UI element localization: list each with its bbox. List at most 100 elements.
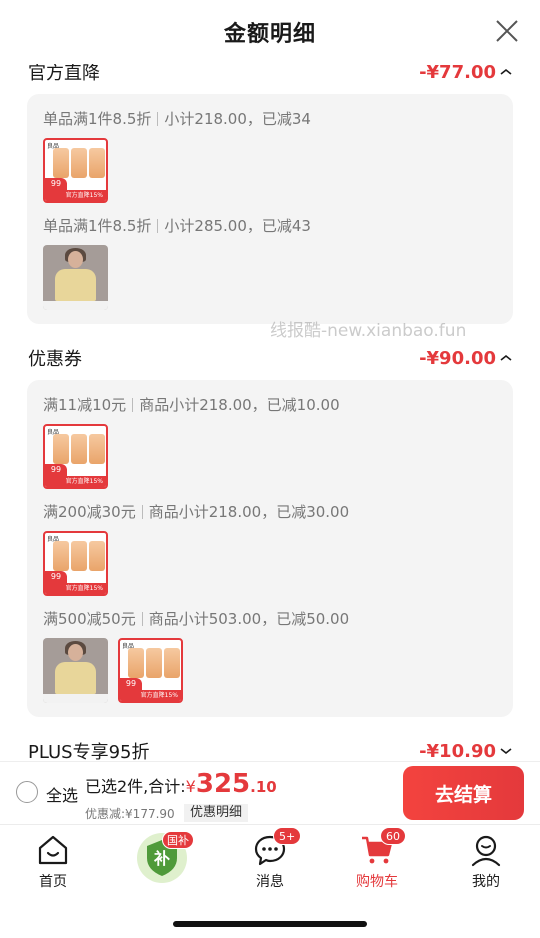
selected-count-text: 已选2件,合计: <box>85 777 186 796</box>
subsidy-char: 补 <box>153 849 170 868</box>
product-bag-image <box>53 541 69 571</box>
rule-divider <box>141 505 143 519</box>
chevron-down-icon <box>500 748 512 755</box>
amount-detail-sheet: 金额明细 官方直降 -¥77.00 单品满1件8.5折 小计218.00，已减34 良品… <box>0 0 540 762</box>
rule-name: 满200减30元 <box>43 503 136 521</box>
rule-divider <box>157 219 159 233</box>
tab-me[interactable]: 我的 <box>441 833 531 893</box>
discount-rule: 单品满1件8.5折 小计285.00，已减43 <box>43 213 497 239</box>
section-amount[interactable]: -¥90.00 <box>419 348 512 369</box>
checkout-button[interactable]: 去结算 <box>403 766 524 820</box>
tab-cart[interactable]: 60 购物车 <box>332 827 422 893</box>
rule-detail: 商品小计218.00，已减30.00 <box>148 503 350 521</box>
thumb-row: 良品 99 官方直降15% <box>43 638 497 703</box>
close-icon[interactable] <box>494 18 520 44</box>
discount-rule: 满11减10元 商品小计218.00，已减10.00 <box>43 392 497 418</box>
product-thumb[interactable] <box>43 638 108 703</box>
tab-me-label: 我的 <box>472 874 500 890</box>
thumb-strip <box>43 694 108 703</box>
section-title: 优惠券 <box>28 349 82 370</box>
product-thumb[interactable]: 良品 99 官方直降15% <box>43 138 108 203</box>
home-indicator <box>173 921 367 927</box>
section-title: 官方直降 <box>28 64 100 84</box>
section-amount[interactable]: -¥10.90 <box>419 741 512 762</box>
section-amount-value: -¥77.00 <box>419 64 496 83</box>
messages-badge: 5+ <box>273 827 302 845</box>
product-bag-image <box>164 648 180 678</box>
total-decimal: .10 <box>250 778 277 796</box>
thumb-price: 99 <box>45 178 67 190</box>
section-header[interactable]: PLUS专享95折 -¥10.90 <box>0 729 540 762</box>
product-bag-image <box>53 434 69 464</box>
user-icon <box>471 835 501 867</box>
select-all-label[interactable]: 全选 <box>46 782 78 806</box>
section-amount-value: -¥90.00 <box>419 347 496 369</box>
product-bag-image <box>71 541 87 571</box>
thumb-strip <box>43 301 108 310</box>
chevron-up-icon <box>500 68 512 75</box>
rule-name: 满500减50元 <box>43 610 136 628</box>
product-thumb[interactable] <box>43 245 108 310</box>
model-head <box>68 644 83 661</box>
checkout-bar: 全选 已选2件,合计:¥325.10 优惠减:¥177.90 优惠明细 去结算 <box>0 762 540 824</box>
rule-name: 单品满1件8.5折 <box>43 110 152 128</box>
discount-total: 优惠减:¥177.90 <box>85 807 175 821</box>
thumb-price: 99 <box>45 464 67 476</box>
discount-card: 单品满1件8.5折 小计218.00，已减34 良品 99 官方直降15% 单品满1件8.… <box>27 94 513 324</box>
rule-divider <box>141 612 143 626</box>
product-bag-image <box>128 648 144 678</box>
section-header[interactable]: 官方直降 -¥77.00 <box>0 64 540 94</box>
rule-detail: 小计285.00，已减43 <box>164 217 311 235</box>
bottom-tab-bar: 首页 补 国补 5+ 消息 60 购物车 我的 <box>0 824 540 938</box>
thumb-row: 良品 99 官方直降15% <box>43 424 497 489</box>
thumb-price: 99 <box>45 571 67 583</box>
watermark: 线报酷-new.xianbao.fun <box>270 321 467 341</box>
discount-detail-button[interactable]: 优惠明细 <box>184 804 249 822</box>
sheet-header: 金额明细 <box>0 0 540 64</box>
section-title: PLUS专享95折 <box>28 742 150 762</box>
tshirt-image <box>55 662 96 694</box>
sheet-title: 金额明细 <box>223 22 316 47</box>
product-thumb[interactable]: 良品 99 官方直降15% <box>118 638 183 703</box>
discount-rule: 满500减50元 商品小计503.00，已减50.00 <box>43 606 497 632</box>
product-thumb[interactable]: 良品 99 官方直降15% <box>43 531 108 596</box>
product-bag-image <box>53 148 69 178</box>
cart-badge: 60 <box>380 827 406 845</box>
tab-cart-label: 购物车 <box>356 874 398 890</box>
product-bag-image <box>89 434 105 464</box>
product-bag-image <box>71 434 87 464</box>
tab-home-label: 首页 <box>39 874 67 890</box>
thumb-banner: 官方直降15% <box>45 190 106 201</box>
discount-card: 满11减10元 商品小计218.00，已减10.00 良品 99 官方直降15% 满200… <box>27 380 513 717</box>
tab-messages-label: 消息 <box>256 874 284 890</box>
product-bag-image <box>89 148 105 178</box>
rule-name: 单品满1件8.5折 <box>43 217 152 235</box>
detail-scroll-area[interactable]: 官方直降 -¥77.00 单品满1件8.5折 小计218.00，已减34 良品 99 官方直… <box>0 64 540 762</box>
total-currency: ¥ <box>185 777 196 796</box>
thumb-banner: 官方直降15% <box>45 476 106 487</box>
rule-divider <box>157 112 159 126</box>
rule-detail: 商品小计218.00，已减10.00 <box>139 396 340 414</box>
thumb-row <box>43 245 497 310</box>
product-bag-image <box>71 148 87 178</box>
tab-home[interactable]: 首页 <box>8 833 98 893</box>
discount-rule: 满200减30元 商品小计218.00，已减30.00 <box>43 499 497 525</box>
subsidy-badge: 国补 <box>162 831 194 849</box>
thumb-banner: 官方直降15% <box>120 690 181 701</box>
tab-messages[interactable]: 5+ 消息 <box>225 827 315 893</box>
rule-divider <box>132 398 134 412</box>
section-amount[interactable]: -¥77.00 <box>419 64 512 83</box>
section-header[interactable]: 优惠券 -¥90.00 <box>0 336 540 380</box>
cart-icon-wrap: 60 <box>360 827 406 867</box>
section-amount-value: -¥10.90 <box>419 740 496 762</box>
total-integer: 325 <box>195 769 251 799</box>
model-head <box>68 251 83 268</box>
total-summary: 已选2件,合计:¥325.10 <box>85 769 277 799</box>
product-bag-image <box>146 648 162 678</box>
select-all-radio[interactable] <box>16 781 38 803</box>
messages-icon-wrap: 5+ <box>253 827 302 867</box>
product-thumb[interactable]: 良品 99 官方直降15% <box>43 424 108 489</box>
tshirt-image <box>55 269 96 301</box>
home-icon <box>38 835 68 865</box>
thumb-row: 良品 99 官方直降15% <box>43 138 497 203</box>
